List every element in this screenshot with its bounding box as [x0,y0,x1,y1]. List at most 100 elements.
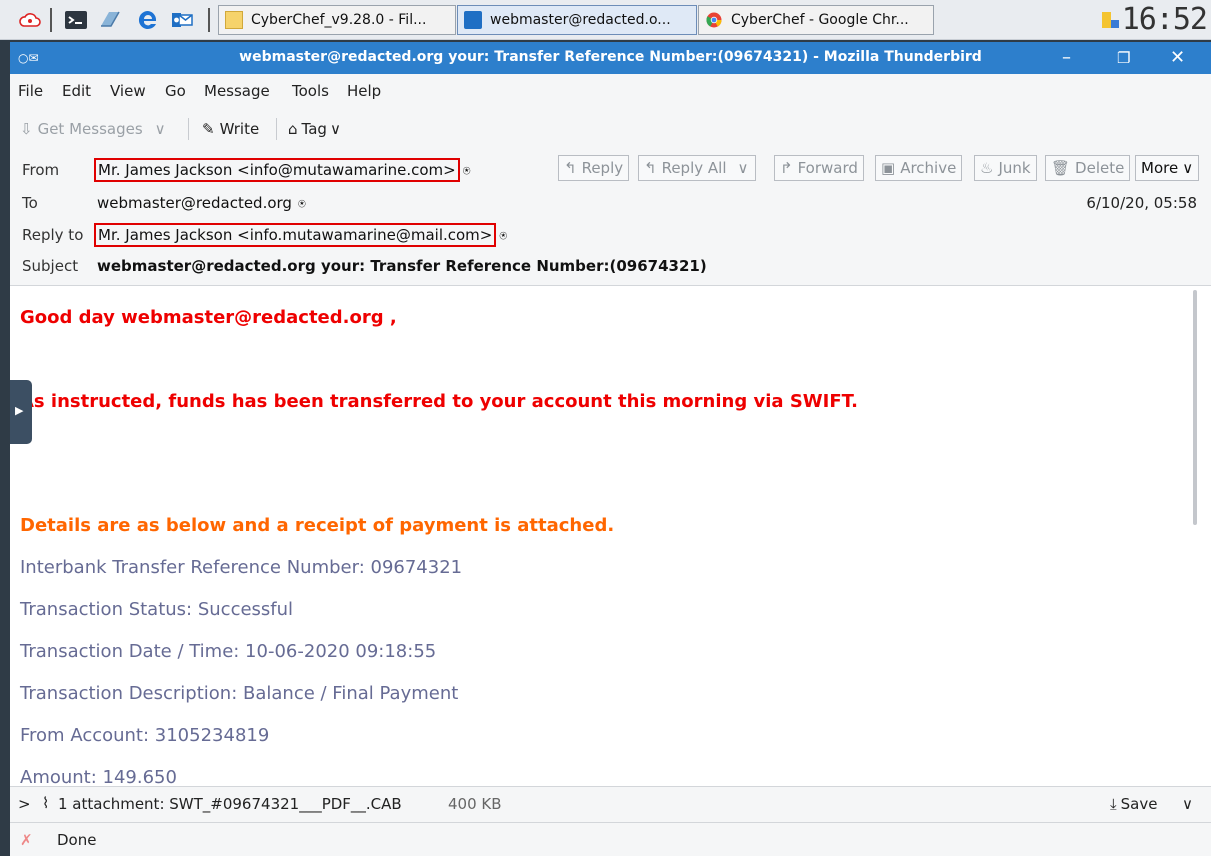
attachment-summary[interactable]: 1 attachment: SWT_#09674321___PDF__.CAB [58,795,402,813]
pencil-icon: ✎ [202,120,215,138]
task-chrome[interactable]: CyberChef - Google Chr... [698,5,934,35]
body-line: Interbank Transfer Reference Number: 096… [20,557,463,578]
write-button[interactable]: ✎ Write [202,120,259,138]
forward-icon: ↱ [780,159,793,177]
dropdown-chevron-icon: ∨ [329,120,341,138]
cloud-app-icon[interactable] [18,8,42,32]
save-dropdown-icon[interactable]: ∨ [1182,795,1193,813]
reply-to-address[interactable]: Mr. James Jackson <info.mutawamarine@mai… [93,223,497,247]
to-address[interactable]: webmaster@redacted.org [97,194,292,212]
reply-all-icon: ↰ [644,159,657,177]
body-line: Amount: 149.650 [20,767,177,786]
menu-help[interactable]: Help [347,82,381,100]
clock: 16:52 [1121,2,1208,37]
body-line: Transaction Description: Balance / Final… [20,683,459,704]
taskbar-separator [50,8,52,32]
reply-to-label: Reply to [22,226,84,244]
contact-icon[interactable]: ⍟ [298,197,306,212]
from-row: From Mr. James Jackson <info@mutawamarin… [10,152,1211,184]
message-header: From Mr. James Jackson <info@mutawamarin… [10,150,1211,286]
archive-icon: ▣ [881,159,896,177]
window-titlebar: ○✉ webmaster@redacted.org your: Transfer… [10,42,1211,74]
message-date: 6/10/20, 05:58 [1086,194,1197,212]
thunderbird-icon [464,11,482,29]
save-button[interactable]: ⤓ Save [1110,795,1157,813]
expand-chevron-icon[interactable]: > [18,795,31,813]
save-download-icon: ⤓ [1110,795,1117,813]
download-icon: ⇩ [20,120,33,138]
subject-row: Subject webmaster@redacted.org your: Tra… [10,248,1211,280]
contact-icon[interactable]: ⍟ [499,229,507,244]
body-line: Transaction Status: Successful [20,599,294,620]
get-messages-button[interactable]: ⇩ Get Messages ∨ [20,120,166,138]
dropdown-chevron-icon[interactable]: ∨ [738,159,749,177]
file-manager-icon[interactable] [98,8,122,32]
greeting-text: Good day webmaster@redacted.org , [20,307,397,328]
tag-button[interactable]: ⌂ Tag ∨ [288,120,341,138]
contact-icon[interactable]: ⍟ [463,164,471,179]
status-bar: ✗ Done [10,822,1211,856]
thunderbird-window: ○✉ webmaster@redacted.org your: Transfer… [10,42,1211,856]
menu-tools[interactable]: Tools [292,82,329,100]
from-value[interactable]: Mr. James Jackson <info@mutawamarine.com… [94,158,471,182]
taskbar-separator [208,8,210,32]
reply-icon: ↰ [564,159,577,177]
folder-icon [225,11,243,29]
menu-file[interactable]: File [18,82,43,100]
junk-button[interactable]: ♨ Junk [974,155,1037,181]
from-address[interactable]: Mr. James Jackson <info@mutawamarine.com… [94,158,460,182]
attachment-size: 400 KB [448,795,502,813]
delete-button[interactable]: 🗑 Delete [1045,155,1131,181]
toolbar-separator [276,118,277,140]
reply-to-row: Reply to Mr. James Jackson <info.mutawam… [10,217,1211,249]
expand-arrow-icon: ▶ [15,404,24,417]
archive-button[interactable]: ▣ Archive [875,155,963,181]
menu-view[interactable]: View [110,82,146,100]
dropdown-chevron-icon: ∨ [1182,159,1194,177]
to-label: To [22,194,38,212]
task-cyberchef-file[interactable]: CyberChef_v9.28.0 - Fil... [218,5,456,35]
close-icon[interactable]: ✕ [1170,47,1185,68]
reply-button[interactable]: ↰ Reply [558,155,630,181]
menu-edit[interactable]: Edit [62,82,91,100]
task-thunderbird[interactable]: webmaster@redacted.o... [457,5,697,35]
thunderbird-icon[interactable] [170,8,194,32]
body-line: Transaction Date / Time: 10-06-2020 09:1… [20,641,437,662]
menubar: File Edit View Go Message Tools Help [10,74,1211,108]
trash-icon: 🗑 [1051,159,1071,177]
window-title: webmaster@redacted.org your: Transfer Re… [239,49,982,65]
body-scrollbar[interactable] [1193,290,1197,525]
attachment-bar: > ⌇ 1 attachment: SWT_#09674321___PDF__.… [10,786,1211,822]
dropdown-chevron-icon[interactable]: ∨ [155,120,166,138]
status-text: Done [57,831,97,849]
edge-browser-icon[interactable] [136,8,160,32]
paperclip-icon: ⌇ [42,794,50,812]
message-body: Good day webmaster@redacted.org , As ins… [10,286,1201,786]
details-text: Details are as below and a receipt of pa… [20,515,615,536]
side-panel-handle[interactable]: ▶ [10,380,32,444]
instruction-text: As instructed, funds has been transferre… [20,391,859,412]
body-line: From Account: 3105234819 [20,725,270,746]
main-toolbar: ⇩ Get Messages ∨ ✎ Write ⌂ Tag ∨ [10,108,1211,151]
to-row: To webmaster@redacted.org ⍟ 6/10/20, 05:5… [10,185,1211,217]
junk-icon: ♨ [980,159,994,177]
minimize-icon[interactable]: – [1062,47,1071,68]
menu-go[interactable]: Go [165,82,186,100]
tag-icon: ⌂ [288,120,298,138]
offline-icon[interactable]: ✗ [20,831,33,849]
toolbar-separator [188,118,189,140]
from-label: From [22,161,60,179]
taskbar: CyberChef_v9.28.0 - Fil... webmaster@red… [0,0,1211,40]
subject-label: Subject [22,257,79,275]
forward-button[interactable]: ↱ Forward [774,155,864,181]
chrome-icon [706,12,722,28]
menu-message[interactable]: Message [204,82,270,100]
more-button[interactable]: More ∨ [1135,155,1200,181]
to-value[interactable]: webmaster@redacted.org ⍟ [97,194,306,212]
reply-all-button[interactable]: ↰ Reply All ∨ [638,155,756,181]
subject-value: webmaster@redacted.org your: Transfer Re… [97,257,707,275]
terminal-icon[interactable] [64,8,88,32]
reply-to-value[interactable]: Mr. James Jackson <info.mutawamarine@mai… [93,223,507,247]
restore-icon[interactable]: ❐ [1117,49,1130,67]
network-icon[interactable] [1098,8,1122,32]
